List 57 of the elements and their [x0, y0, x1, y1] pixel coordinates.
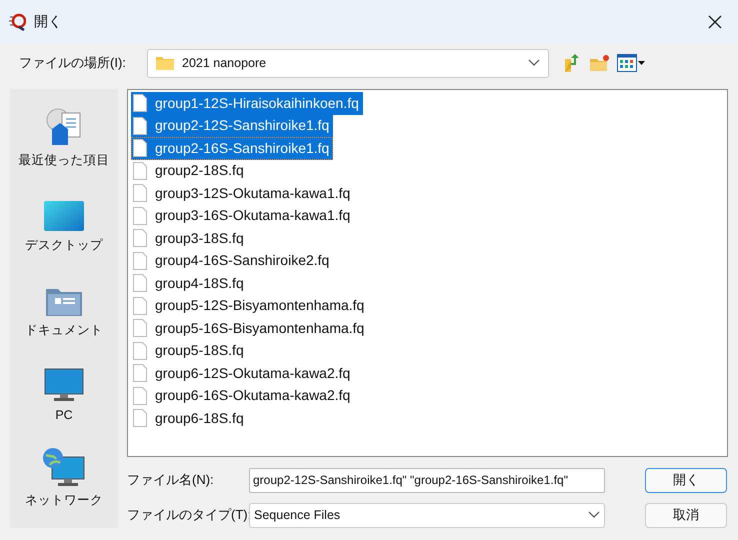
file-icon: [133, 296, 147, 315]
filetype-dropdown[interactable]: Sequence Files: [249, 502, 605, 528]
file-icon: [133, 409, 147, 428]
file-icon: [133, 162, 147, 180]
file-item[interactable]: group5-18S.fq: [131, 340, 248, 362]
file-item[interactable]: group6-12S-Okutama-kawa2.fq: [131, 362, 354, 384]
file-icon: [133, 252, 147, 270]
file-item[interactable]: group3-18S.fq: [131, 227, 248, 250]
file-item[interactable]: group4-16S-Sanshiroike2.fq: [131, 250, 334, 272]
file-item[interactable]: group2-16S-Sanshiroike1.fq: [131, 137, 334, 160]
sidebar-item[interactable]: PC: [11, 358, 117, 443]
location-dropdown[interactable]: 2021 nanopore: [147, 48, 549, 78]
file-item[interactable]: group5-16S-Bisyamontenhama.fq: [131, 317, 368, 340]
new-folder-button[interactable]: [589, 53, 611, 73]
file-item[interactable]: group1-12S-Hiraisokaihinkoen.fq: [131, 92, 363, 114]
sidebar-item[interactable]: ネットワーク: [11, 443, 117, 528]
file-item[interactable]: group2-18S.fq: [131, 160, 248, 182]
file-item[interactable]: group3-12S-Okutama-kawa1.fq: [131, 182, 354, 204]
file-icon: [133, 364, 147, 382]
file-item[interactable]: group5-12S-Bisyamontenhama.fq: [131, 294, 368, 317]
folder-icon: [156, 56, 174, 70]
window-title: 開く: [34, 12, 63, 31]
caret-icon: [638, 61, 645, 65]
desktop-icon: [43, 200, 85, 232]
location-value: 2021 nanopore: [182, 54, 268, 72]
file-icon: [133, 274, 147, 292]
file-icon: [133, 184, 147, 202]
sidebar-item[interactable]: 最近使った項目: [11, 103, 117, 188]
file-item[interactable]: group6-16S-Okutama-kawa2.fq: [131, 384, 354, 407]
file-icon: [133, 386, 147, 405]
close-icon: [708, 14, 722, 28]
view-grid-icon: [617, 54, 637, 72]
open-button[interactable]: 開く: [645, 468, 727, 493]
file-icon: [133, 229, 147, 248]
file-icon: [133, 116, 147, 135]
file-icon: [133, 139, 147, 158]
cancel-button[interactable]: 取消: [645, 502, 727, 528]
file-icon: [133, 342, 147, 360]
chevron-down-icon: [588, 511, 600, 520]
chevron-down-icon: [528, 59, 540, 67]
sidebar-item[interactable]: ドキュメント: [11, 273, 117, 358]
new-folder-icon: [589, 53, 611, 73]
app-logo-icon: [8, 12, 26, 30]
file-icon: [133, 206, 147, 225]
filename-label: ファイル名(N):: [127, 471, 215, 490]
file-icon: [133, 94, 147, 112]
network-globe-icon: [42, 447, 86, 487]
file-icon: [133, 319, 147, 338]
file-item[interactable]: group6-18S.fq: [131, 407, 248, 430]
sidebar-item[interactable]: デスクトップ: [11, 188, 117, 273]
view-menu-button[interactable]: [617, 53, 645, 73]
file-item[interactable]: group2-12S-Sanshiroike1.fq: [131, 114, 334, 137]
file-item[interactable]: group3-16S-Okutama-kawa1.fq: [131, 204, 354, 227]
filename-field[interactable]: group2-12S-Sanshiroike1.fq" "group2-16S-Sanshiroike1.fq": [249, 468, 605, 493]
monitor-icon: [44, 368, 84, 402]
location-label: ファイルの場所(I):: [19, 54, 127, 72]
file-item[interactable]: group4-18S.fq: [131, 272, 248, 294]
